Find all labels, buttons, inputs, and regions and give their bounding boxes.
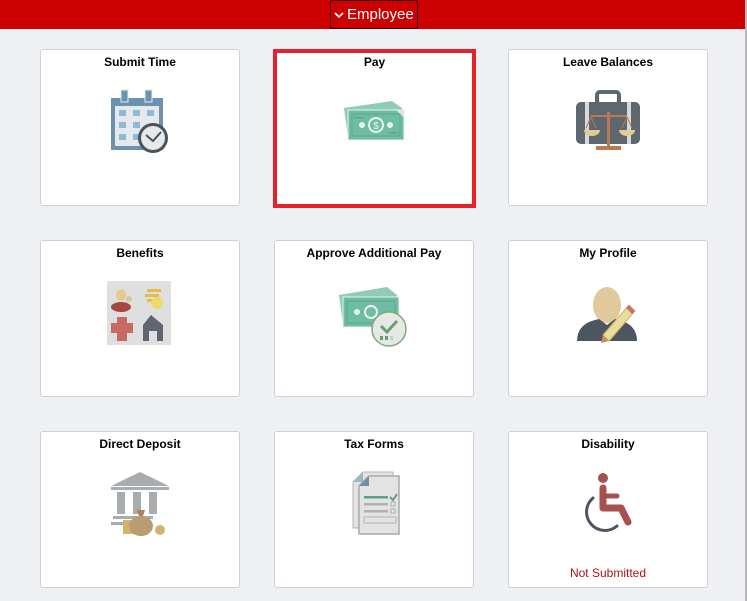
tax-form-icon xyxy=(352,471,400,535)
tile-disability[interactable]: Disability Not Submitted xyxy=(508,431,708,588)
employee-nav-label: Employee xyxy=(347,6,414,23)
tile-title: Leave Balances xyxy=(562,55,654,69)
tile-approve-additional-pay[interactable]: Approve Additional Pay xyxy=(274,240,474,397)
benefits-icon xyxy=(107,281,171,345)
wheelchair-icon xyxy=(585,473,632,532)
tile-submit-time[interactable]: Submit Time xyxy=(40,49,240,206)
tile-title: Benefits xyxy=(116,246,164,260)
tile-title: Direct Deposit xyxy=(99,437,181,451)
money-approve-icon xyxy=(339,287,407,347)
tile-title: Pay xyxy=(363,55,386,69)
employee-navigation-button[interactable]: Employee xyxy=(330,0,418,29)
svg-text:$: $ xyxy=(373,121,379,132)
tile-title: Disability xyxy=(581,437,635,451)
briefcase-scales-icon xyxy=(576,90,640,150)
tile-tax-forms[interactable]: Tax Forms xyxy=(274,431,474,588)
disability-status: Not Submitted xyxy=(569,566,647,580)
tile-title: Tax Forms xyxy=(344,437,404,451)
tile-pay[interactable]: Pay $ xyxy=(273,49,476,208)
tile-title: My Profile xyxy=(579,246,637,260)
tile-title: Approve Additional Pay xyxy=(306,246,442,260)
tile-leave-balances[interactable]: Leave Balances xyxy=(508,49,708,206)
profile-edit-icon xyxy=(577,287,637,343)
tile-direct-deposit[interactable]: Direct Deposit xyxy=(40,431,240,588)
bank-icon xyxy=(111,472,169,536)
top-nav-bar: Employee xyxy=(0,0,745,29)
tile-my-profile[interactable]: My Profile xyxy=(508,240,708,397)
tile-title: Submit Time xyxy=(104,55,176,69)
tile-benefits[interactable]: Benefits xyxy=(40,240,240,397)
money-icon: $ xyxy=(343,101,404,141)
calendar-clock-icon xyxy=(111,89,168,153)
chevron-down-icon xyxy=(334,11,344,18)
